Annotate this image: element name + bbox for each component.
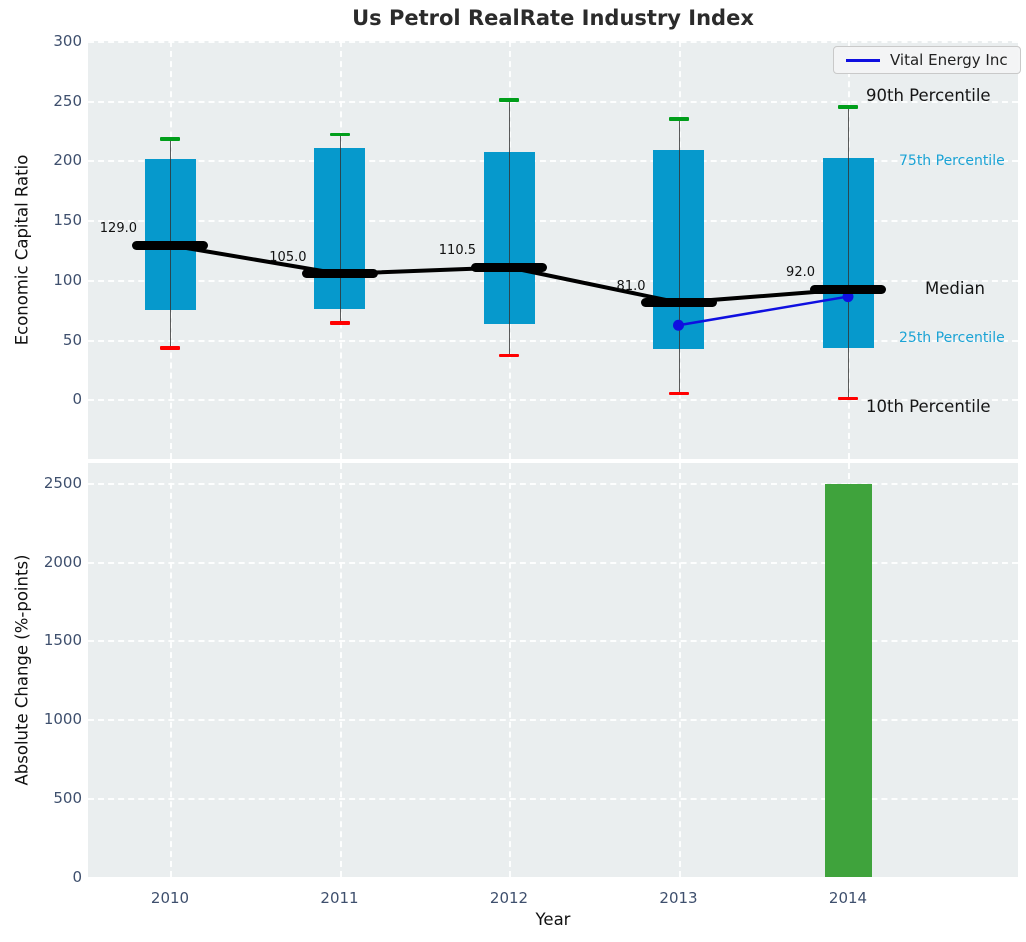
bottom-axes-bar <box>88 463 1018 879</box>
y-tick-label: 500 <box>53 789 82 808</box>
y-tick-label: 2000 <box>43 552 82 571</box>
change-bar <box>824 484 872 877</box>
h-gridline <box>88 877 1018 879</box>
annotation-75th-percentile: 75th Percentile <box>899 153 1005 169</box>
company-point <box>673 319 684 331</box>
chart-title: Us Petrol RealRate Industry Index <box>352 6 754 30</box>
annotation-90th-percentile: 90th Percentile <box>866 86 991 105</box>
v-gridline <box>170 463 172 877</box>
y-tick-label: 0 <box>72 390 82 409</box>
h-gridline <box>88 640 1018 643</box>
median-value-label: 81.0 <box>616 278 646 294</box>
median-marker <box>132 240 208 250</box>
y-tick-label: 150 <box>53 211 82 230</box>
v-gridline <box>509 463 511 877</box>
y-axis-label-top: Economic Capital Ratio <box>12 154 32 346</box>
v-gridline <box>678 463 681 877</box>
y-axis-label-bottom: Absolute Change (%-points) <box>12 554 32 786</box>
median-marker <box>640 298 717 308</box>
y-tick-label: 300 <box>53 32 82 50</box>
median-value-label: 129.0 <box>99 221 137 237</box>
y-tick-label: 1000 <box>43 710 82 729</box>
y-tick-label: 1500 <box>43 631 82 650</box>
y-tick-label: 100 <box>53 270 82 289</box>
h-gridline <box>88 798 1018 801</box>
annotation-25th-percentile: 25th Percentile <box>899 330 1005 346</box>
annotation-10th-percentile: 10th Percentile <box>866 397 991 416</box>
annotation-median: Median <box>925 279 986 298</box>
legend-line-icon <box>846 58 880 62</box>
x-axis-label: Year <box>535 910 571 929</box>
x-tick-label: 2012 <box>489 889 529 907</box>
h-gridline <box>88 719 1018 722</box>
x-tick-label: 2013 <box>659 889 698 907</box>
x-tick-label: 2010 <box>150 889 190 907</box>
y-tick-label: 50 <box>62 330 82 349</box>
figure: Us Petrol RealRate Industry Index 129.0 1… <box>0 0 1026 942</box>
y-tick-label: 2500 <box>43 473 82 492</box>
h-gridline <box>88 561 1018 564</box>
h-gridline <box>88 482 1018 485</box>
median-marker <box>301 269 378 279</box>
median-value-label: 105.0 <box>269 249 307 265</box>
legend: Vital Energy Inc <box>833 46 1021 74</box>
y-tick-label: 0 <box>72 868 82 886</box>
median-value-label: 92.0 <box>786 265 815 281</box>
y-tick-label: 200 <box>53 151 82 170</box>
median-marker <box>471 262 547 272</box>
x-tick-label: 2014 <box>828 889 868 907</box>
x-tick-label: 2011 <box>320 889 359 907</box>
y-tick-label: 250 <box>53 91 82 110</box>
legend-label: Vital Energy Inc <box>890 51 1008 69</box>
median-marker <box>810 284 886 294</box>
median-value-label: 110.5 <box>438 243 476 259</box>
v-gridline <box>339 463 342 877</box>
